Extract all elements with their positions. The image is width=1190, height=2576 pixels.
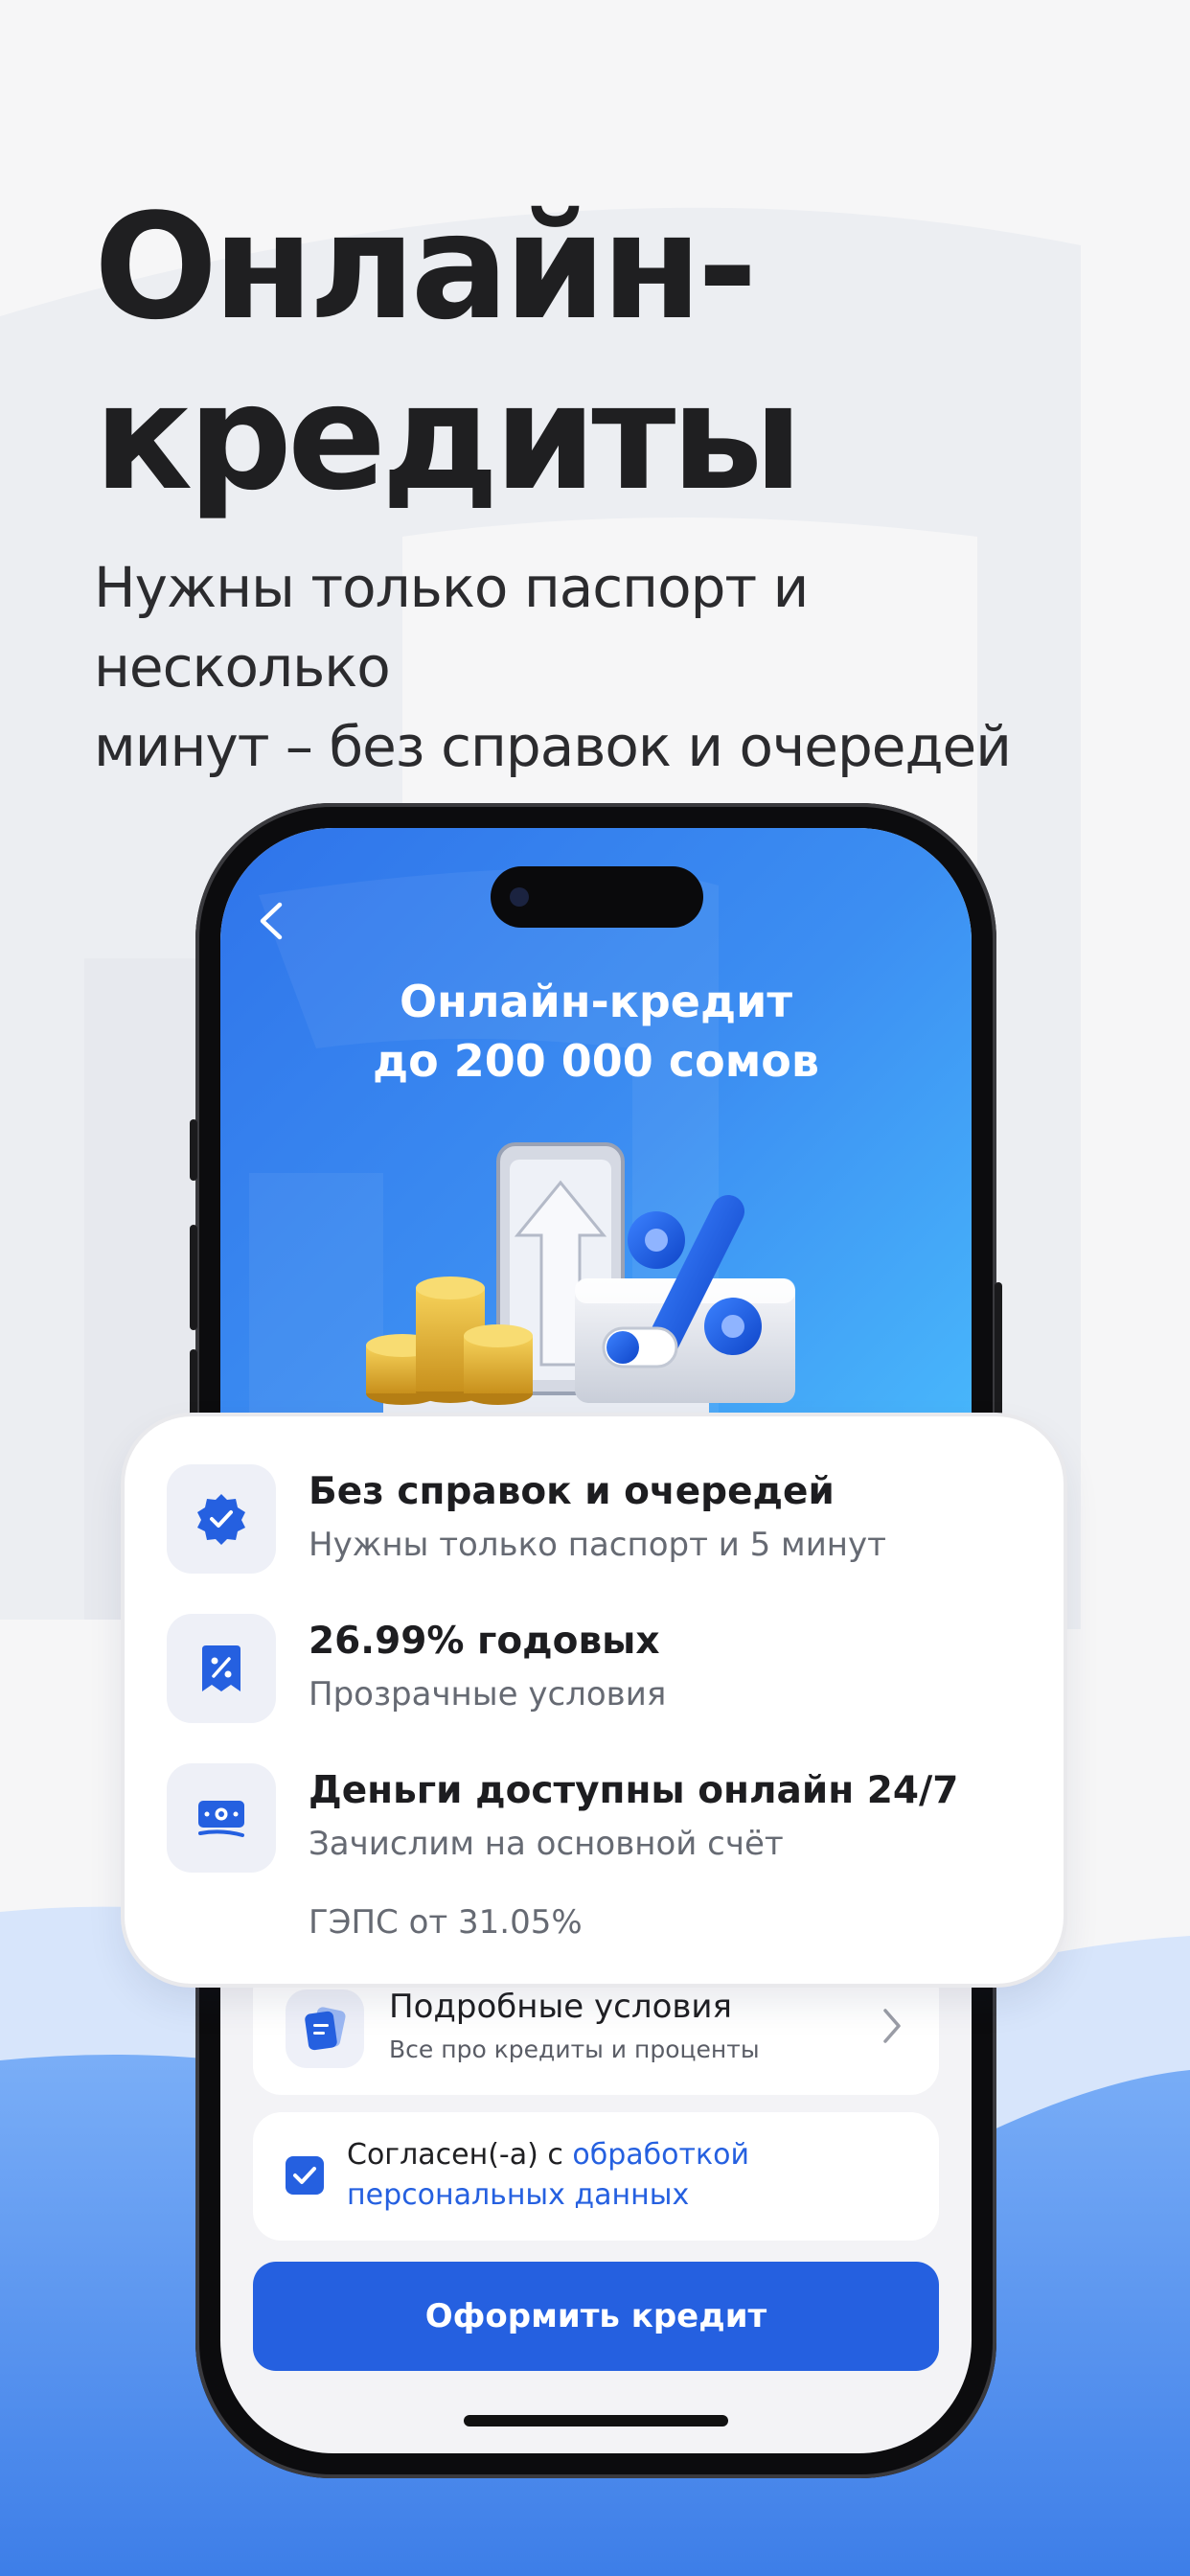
feature-subtitle: Прозрачные условия — [309, 1675, 667, 1714]
hero-subtitle-line2: минут – без справок и очередей — [94, 714, 1012, 779]
dynamic-island — [491, 866, 703, 928]
phone-side-button — [190, 1119, 197, 1181]
feature-icon-container — [167, 1464, 276, 1574]
apply-credit-button[interactable]: Оформить кредит — [253, 2262, 939, 2371]
phone-volume-up-button — [190, 1225, 197, 1330]
percent-receipt-icon — [202, 1645, 240, 1691]
screen-title-line1: Онлайн-кредит — [399, 976, 793, 1027]
banknote-icon — [198, 1801, 244, 1837]
feature-item: Деньги доступны онлайн 24/7 Зачислим на … — [167, 1763, 1029, 1874]
feature-title: 26.99% годовых — [309, 1620, 660, 1663]
screen-title: Онлайн-кредит до 200 000 сомов — [220, 972, 972, 1091]
feature-title: Без справок и очередей — [309, 1470, 835, 1513]
document-icon — [305, 2007, 346, 2051]
chevron-right-icon — [883, 2009, 901, 2043]
back-button[interactable] — [249, 897, 297, 945]
feature-item: Без справок и очередей Нужны только пасп… — [167, 1464, 1029, 1576]
feature-icon-container — [167, 1614, 276, 1723]
gaps-note: ГЭПС от 31.05% — [309, 1903, 583, 1942]
consent-link-line1[interactable]: обработкой — [572, 2138, 749, 2172]
coin-stack-right — [464, 1324, 533, 1405]
hero-subtitle-line1: Нужны только паспорт и несколько — [94, 555, 809, 700]
consent-text: Согласен(-а) с обработкой персональных д… — [347, 2135, 883, 2216]
hero-subtitle: Нужны только паспорт и несколько минут –… — [94, 548, 1110, 787]
chevron-left-icon — [260, 902, 283, 940]
credit-illustration — [366, 1142, 795, 1422]
features-card: Без справок и очередей Нужны только пасп… — [125, 1416, 1064, 1984]
hero-title-line2: кредиты — [94, 353, 803, 522]
terms-title: Подробные условия — [389, 1988, 732, 2026]
terms-icon-container — [286, 1990, 364, 2068]
feature-subtitle: Зачислим на основной счёт — [309, 1825, 784, 1863]
consent-checkbox[interactable] — [286, 2156, 324, 2195]
hero-title-line1: Онлайн- — [94, 182, 758, 352]
home-indicator[interactable] — [464, 2415, 728, 2426]
screen-title-line2: до 200 000 сомов — [372, 1035, 820, 1087]
feature-title: Деньги доступны онлайн 24/7 — [309, 1769, 959, 1812]
checkmark-icon — [293, 2167, 316, 2184]
hero-title: Онлайн- кредиты — [94, 182, 803, 523]
feature-subtitle: Нужны только паспорт и 5 минут — [309, 1526, 886, 1564]
terms-subtitle: Все про кредиты и проценты — [389, 2036, 760, 2063]
consent-link-line2[interactable]: персональных данных — [347, 2178, 689, 2212]
feature-icon-container — [167, 1763, 276, 1873]
consent-prefix: Согласен(-а) с — [347, 2138, 573, 2172]
verified-badge-icon — [197, 1494, 245, 1545]
camera-dot — [510, 887, 529, 907]
feature-item: 26.99% годовых Прозрачные условия — [167, 1614, 1029, 1725]
consent-row: Согласен(-а) с обработкой персональных д… — [253, 2112, 939, 2241]
